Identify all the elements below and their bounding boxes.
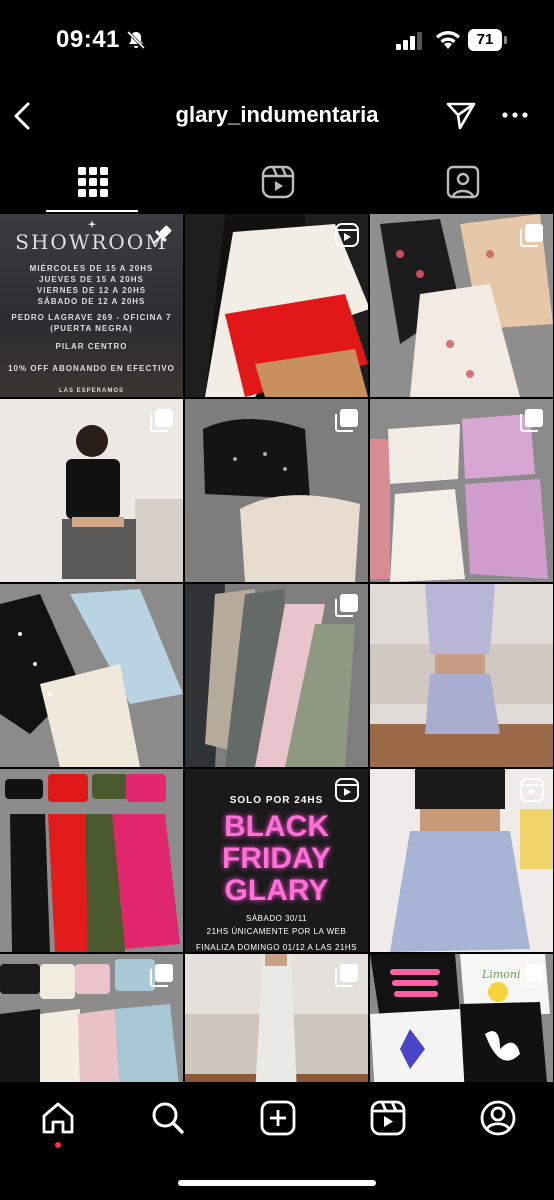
post-image [0, 769, 183, 952]
post-skirt-sets[interactable] [0, 769, 183, 952]
battery-icon: 71 [468, 29, 508, 51]
post-bustier-tops[interactable] [185, 399, 368, 582]
active-tab-indicator [46, 210, 138, 212]
bf-top-text: SOLO POR 24HS [229, 795, 324, 806]
tee-print-text: Limoni [481, 968, 520, 981]
post-long-dresses[interactable] [185, 584, 368, 767]
post-model-lilac-set[interactable] [370, 584, 553, 767]
showroom-address: PEDRO LAGRAVE 269 - OFICINA 7 [11, 312, 172, 322]
battery-level: 71 [468, 29, 502, 51]
carousel-icon [520, 409, 543, 432]
reel-icon [335, 223, 359, 247]
reel-icon [335, 778, 359, 802]
bf-end: FINALIZA DOMINGO 01/12 A LAS 21HS [195, 943, 357, 952]
post-dotted-dresses[interactable] [0, 584, 183, 767]
post-model-tank[interactable] [0, 399, 183, 582]
showroom-promo: 10% OFF ABONANDO EN EFECTIVO [8, 364, 175, 374]
cell-signal-icon [396, 32, 422, 50]
tab-reels[interactable] [185, 150, 370, 214]
showroom-hours-4: SÁBADO DE 12 A 20HS [37, 296, 146, 306]
post-floral-dresses[interactable] [370, 214, 553, 397]
bottom-nav [0, 1082, 554, 1200]
carousel-icon [335, 409, 358, 432]
post-graphic-tees[interactable]: Limoni [370, 954, 553, 1082]
reels-nav-icon[interactable] [368, 1098, 408, 1138]
post-model-gingham-skirt[interactable] [370, 769, 553, 952]
showroom-hours-1: MIÉRCOLES DE 15 A 20HS [29, 263, 154, 273]
bf-date: SÁBADO 30/11 [246, 914, 307, 924]
tagged-person-icon [446, 165, 479, 199]
grid-icon [77, 167, 108, 197]
bf-line-2: FRIDAY [222, 842, 331, 876]
carousel-icon [520, 224, 543, 247]
post-model-white-dress[interactable] [185, 954, 368, 1082]
search-icon[interactable] [148, 1098, 188, 1138]
home-notification-dot [55, 1142, 61, 1148]
post-image [0, 584, 183, 767]
post-pants-reel[interactable] [185, 214, 368, 397]
showroom-hours-3: VIERNES DE 12 A 20HS [36, 285, 147, 295]
showroom-hours-2: JUEVES DE 15 A 20HS [39, 274, 144, 284]
showroom-address-note: (PUERTA NEGRA) [50, 323, 133, 333]
pin-icon [153, 225, 172, 244]
profile-icon[interactable] [478, 1098, 518, 1138]
status-bar: 09:41 71 [0, 0, 554, 84]
sparkle-icon [87, 220, 96, 229]
reel-icon [520, 778, 544, 802]
profile-header: glary_indumentaria [0, 88, 554, 144]
post-pastel-sets[interactable] [0, 954, 183, 1082]
home-indicator [178, 1180, 376, 1186]
carousel-icon [150, 409, 173, 432]
more-options-icon[interactable] [500, 100, 530, 130]
carousel-icon [335, 964, 358, 987]
reels-icon [261, 165, 294, 199]
post-black-friday[interactable]: SOLO POR 24HS BLACK FRIDAY GLARY SÁBADO … [185, 769, 368, 952]
bell-muted-icon [126, 30, 146, 50]
showroom-title: SHOWROOM [15, 230, 168, 255]
posts-grid: SHOWROOM MIÉRCOLES DE 15 A 20HS JUEVES D… [0, 214, 554, 1082]
bf-line-3: GLARY [224, 874, 329, 908]
home-icon[interactable] [38, 1098, 78, 1138]
tab-tagged[interactable] [370, 150, 554, 214]
wifi-icon [436, 31, 460, 49]
showroom-location: PILAR CENTRO [55, 341, 128, 351]
status-time: 09:41 [56, 26, 120, 53]
post-showroom[interactable]: SHOWROOM MIÉRCOLES DE 15 A 20HS JUEVES D… [0, 214, 183, 397]
showroom-footer: LAS ESPERAMOS [58, 387, 124, 394]
profile-tabs [0, 150, 554, 214]
post-image [370, 584, 553, 767]
post-sets-pink-white[interactable] [370, 399, 553, 582]
share-send-icon[interactable] [444, 98, 478, 132]
carousel-icon [335, 594, 358, 617]
bf-web: 21HS ÚNICAMENTE POR LA WEB [206, 927, 347, 937]
tab-grid[interactable] [0, 150, 185, 214]
carousel-icon [520, 964, 543, 987]
carousel-icon [150, 964, 173, 987]
create-plus-icon[interactable] [258, 1098, 298, 1138]
bf-line-1: BLACK [224, 810, 329, 844]
